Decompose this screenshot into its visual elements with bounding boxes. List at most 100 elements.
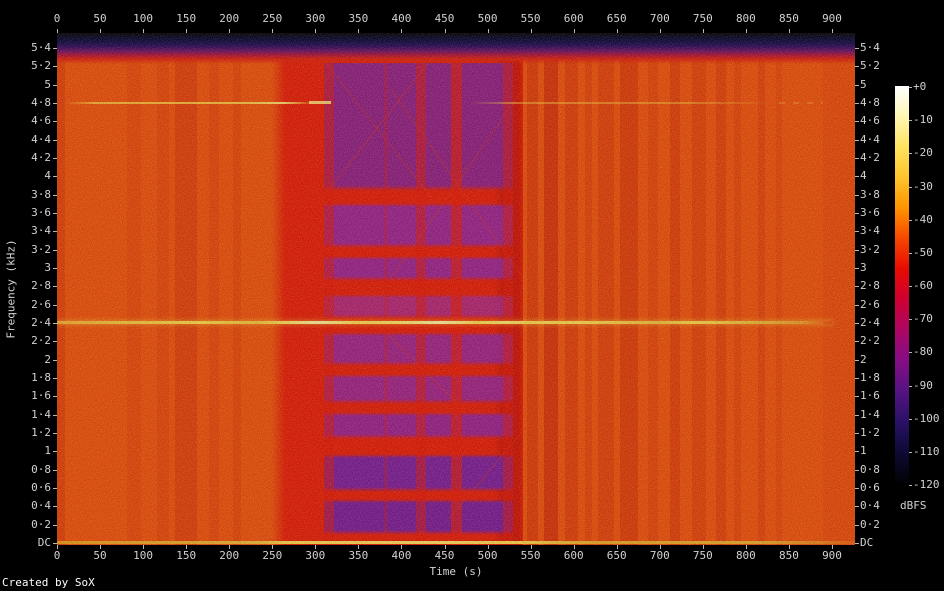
freq-tick-label-right: 3·8 <box>860 187 880 201</box>
time-tick-mark-top <box>788 29 790 33</box>
freq-tick-mark-right <box>855 286 859 288</box>
time-tick-label-bottom: 900 <box>822 549 842 562</box>
dbfs-unit-label: dBFS <box>900 499 927 512</box>
freq-tick-mark-right <box>855 267 859 269</box>
dbfs-tick-mark <box>909 87 912 88</box>
time-tick-label-bottom: 150 <box>176 549 197 562</box>
time-tick-mark-top <box>315 29 317 33</box>
time-tick-mark-top <box>401 29 403 33</box>
dbfs-tick-mark <box>909 418 912 420</box>
time-tick-label-top: 0 <box>53 12 61 25</box>
freq-tick-mark-right <box>855 176 859 178</box>
time-tick-label-bottom: 850 <box>779 549 799 562</box>
time-tick-mark-top <box>616 29 618 33</box>
time-tick-label-bottom: 600 <box>563 549 584 562</box>
dbfs-tick-label: -30 <box>913 179 933 193</box>
dbfs-tick-label: -50 <box>913 245 933 259</box>
dbfs-tick-label: +0 <box>913 80 927 93</box>
dbfs-tick-label: -60 <box>913 279 933 293</box>
time-tick-label-top: 650 <box>606 12 627 25</box>
freq-tick-label-left: 4 <box>44 169 51 183</box>
freq-tick-mark-right <box>855 322 859 324</box>
time-tick-label-bottom: 200 <box>219 549 240 562</box>
freq-tick-mark-right <box>855 102 859 104</box>
freq-tick-label-left: 1·8 <box>31 370 51 384</box>
freq-tick-mark-right <box>855 469 859 471</box>
freq-tick-mark-right <box>855 231 859 233</box>
freq-tick-mark-right <box>855 194 859 196</box>
freq-tick-label-right: 4·6 <box>860 114 880 128</box>
freq-tick-mark-right <box>855 212 859 214</box>
freq-tick-mark-left <box>53 194 57 196</box>
freq-tick-label-right: 4·4 <box>860 132 880 146</box>
freq-tick-mark-left <box>53 414 57 416</box>
freq-tick-label-left: 4·2 <box>31 150 51 164</box>
dbfs-tick-label: -20 <box>913 146 933 160</box>
dbfs-tick-mark <box>909 385 912 387</box>
time-tick-label-top: 450 <box>434 12 455 25</box>
freq-tick-label-right: 5 <box>860 77 867 91</box>
freq-tick-label-right: 3·4 <box>860 224 880 238</box>
freq-tick-mark-right <box>855 451 859 453</box>
freq-tick-label-right: 0·8 <box>860 462 880 476</box>
time-tick-label-top: 800 <box>735 12 756 25</box>
freq-tick-mark-left <box>53 121 57 123</box>
dbfs-tick-label: -70 <box>913 312 933 326</box>
time-tick-mark-top <box>272 29 274 33</box>
time-tick-label-bottom: 400 <box>391 549 412 562</box>
time-tick-mark-top <box>186 29 188 33</box>
freq-tick-mark-right <box>855 524 859 526</box>
dbfs-tick-mark <box>909 153 912 155</box>
freq-tick-label-right: 1·2 <box>860 425 880 439</box>
freq-tick-mark-left <box>53 212 57 214</box>
freq-tick-label-right: 5·2 <box>860 59 880 73</box>
freq-tick-mark-right <box>855 487 859 489</box>
freq-tick-mark-left <box>53 157 57 159</box>
freq-tick-label-left: 4·8 <box>31 95 51 109</box>
freq-tick-mark-left <box>53 487 57 489</box>
dbfs-tick-label: -100 <box>913 411 940 425</box>
time-tick-mark-top <box>487 29 489 33</box>
freq-tick-label-right: 2·2 <box>860 334 880 348</box>
dbfs-tick-label: -120 <box>913 478 940 492</box>
freq-tick-mark-right <box>855 377 859 379</box>
freq-tick-label-right: 2·4 <box>860 315 880 329</box>
dbfs-tick-mark <box>909 319 912 321</box>
dbfs-tick-mark <box>909 252 912 254</box>
freq-tick-mark-left <box>53 304 57 306</box>
freq-tick-label-right: 4 <box>860 169 867 183</box>
freq-tick-label-right: 1·6 <box>860 389 880 403</box>
dbfs-tick-label: -10 <box>913 113 933 127</box>
freq-tick-mark-left <box>53 359 57 361</box>
freq-tick-mark-right <box>855 341 859 343</box>
freq-tick-mark-right <box>855 414 859 416</box>
freq-tick-label-right: DC <box>860 536 874 549</box>
time-tick-label-top: 550 <box>520 12 541 25</box>
freq-tick-label-left: 1·2 <box>31 425 51 439</box>
time-tick-label-bottom: 250 <box>262 549 283 562</box>
time-tick-label-bottom: 800 <box>735 549 756 562</box>
dbfs-tick-mark <box>909 451 912 453</box>
freq-tick-mark-left <box>53 396 57 398</box>
time-tick-mark-top <box>659 29 661 33</box>
time-tick-label-bottom: 450 <box>434 549 455 562</box>
freq-tick-mark-right <box>855 396 859 398</box>
freq-tick-mark-left <box>53 66 57 68</box>
dbfs-tick-mark <box>909 485 912 487</box>
freq-tick-mark-left <box>53 176 57 178</box>
spectrogram-window: 0 0 50 50 100 100 150 150 200 200 250 250 300 300 350 3… <box>0 0 944 591</box>
freq-tick-mark-right <box>855 249 859 251</box>
time-tick-mark-top <box>745 29 747 33</box>
freq-tick-label-left: 1·6 <box>31 389 51 403</box>
freq-tick-mark-right <box>855 359 859 361</box>
freq-tick-label-right: 1 <box>860 444 867 458</box>
freq-tick-mark-left <box>53 341 57 343</box>
freq-tick-label-left: 5·4 <box>31 40 51 54</box>
freq-tick-label-right: 0·2 <box>860 517 880 531</box>
time-tick-label-top: 50 <box>93 12 107 25</box>
freq-tick-label-left: 3·8 <box>31 187 51 201</box>
time-axis-title: Time (s) <box>429 565 483 578</box>
freq-tick-mark-right <box>855 304 859 306</box>
dbfs-tick-mark <box>909 219 912 221</box>
freq-tick-label-right: 0·4 <box>860 499 880 513</box>
